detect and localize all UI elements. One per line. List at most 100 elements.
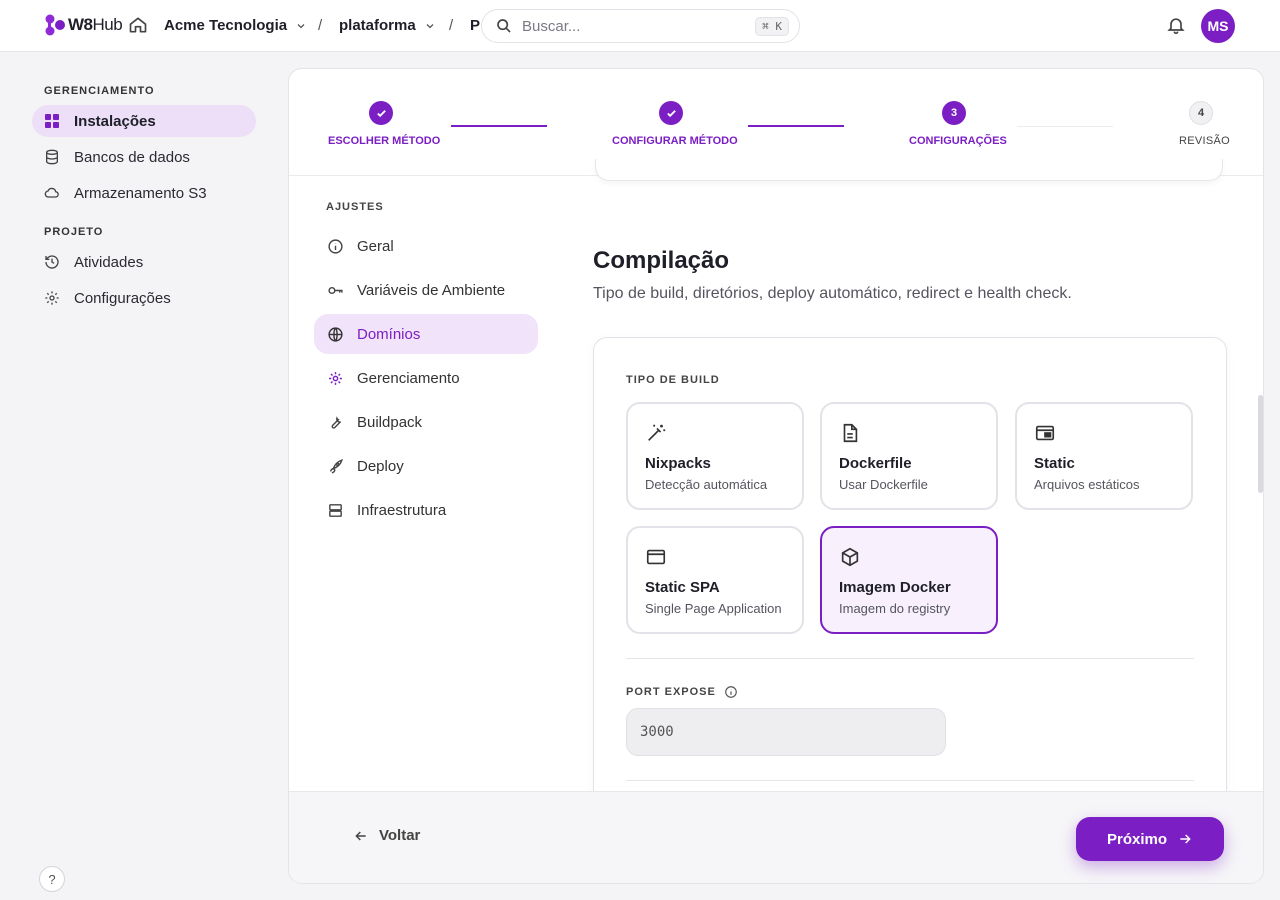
sidebar-item-label: Bancos de dados (74, 148, 190, 166)
nav-item-dominios[interactable]: Domínios (314, 314, 538, 354)
gear-icon (45, 291, 59, 305)
previous-section-card (595, 159, 1223, 181)
build-option-imagem-docker[interactable]: Imagem Docker Imagem do registry (820, 526, 998, 634)
next-button[interactable]: Próximo (1076, 817, 1224, 861)
logo-text: W8Hub (68, 15, 123, 34)
nav-item-label: Gerenciamento (357, 369, 460, 387)
breadcrumb-truncated[interactable]: P (470, 17, 480, 34)
option-subtitle: Single Page Application (645, 601, 782, 616)
option-subtitle: Usar Dockerfile (839, 477, 928, 492)
port-expose-label: PORT EXPOSE (626, 685, 738, 699)
build-option-dockerfile[interactable]: Dockerfile Usar Dockerfile (820, 402, 998, 510)
port-expose-input[interactable]: 3000 (626, 708, 946, 756)
step-2-label: CONFIGURAR MÉTODO (612, 135, 738, 147)
cloud-icon (44, 187, 59, 198)
breadcrumb-org[interactable]: Acme Tecnologia (164, 17, 307, 34)
sidebar-item-label: Instalações (74, 112, 156, 130)
chevron-down-icon (297, 23, 305, 28)
option-name: Nixpacks (645, 455, 711, 472)
sidebar: GERENCIAMENTO Instalações Bancos de dado… (0, 52, 272, 900)
box-icon (841, 547, 859, 567)
nav-item-deploy[interactable]: Deploy (314, 446, 538, 486)
nav-item-buildpack[interactable]: Buildpack (314, 402, 538, 442)
search-shortcut: ⌘ K (755, 16, 789, 36)
sidebar-item-label: Atividades (74, 253, 144, 271)
sidebar-section-title: PROJETO (44, 226, 104, 238)
help-button[interactable]: ? (39, 866, 65, 892)
build-option-static-spa[interactable]: Static SPA Single Page Application (626, 526, 804, 634)
info-icon (328, 238, 343, 254)
step-4-label: REVISÃO (1179, 135, 1231, 147)
sidebar-item-atividades[interactable]: Atividades (32, 246, 256, 278)
main-panel: ESCOLHER MÉTODO CONFIGURAR MÉTODO 3 CONF… (288, 68, 1264, 884)
logo[interactable]: W8Hub (44, 13, 123, 37)
footer: Voltar Próximo (289, 791, 1263, 883)
breadcrumb-separator: / (318, 17, 323, 34)
build-option-static[interactable]: Static Arquivos estáticos (1015, 402, 1193, 510)
magic-wand-icon (648, 424, 666, 441)
build-option-nixpacks[interactable]: Nixpacks Detecção automática (626, 402, 804, 510)
build-type-label: TIPO DE BUILD (626, 374, 720, 386)
divider (626, 658, 1194, 659)
nav-item-label: Geral (357, 237, 394, 255)
scrollbar[interactable] (1258, 395, 1263, 493)
key-icon (328, 286, 343, 294)
step-3-label: CONFIGURAÇÕES (909, 135, 1007, 147)
top-bar: W8Hub Acme Tecnologia / plataforma / P B… (0, 0, 1280, 52)
step-2-check-icon[interactable] (659, 101, 683, 125)
sidebar-item-instalacoes[interactable]: Instalações (32, 105, 256, 137)
file-icon (843, 423, 858, 443)
option-name: Static SPA (645, 579, 720, 596)
nav-item-infraestrutura[interactable]: Infraestrutura (314, 490, 538, 530)
settings-nav-title: AJUSTES (326, 201, 384, 213)
sidebar-item-s3[interactable]: Armazenamento S3 (32, 177, 256, 209)
breadcrumb-project-label: plataforma (339, 17, 416, 34)
breadcrumb-project[interactable]: plataforma (339, 17, 436, 34)
arrow-left-icon (355, 830, 366, 841)
sidebar-section-title: GERENCIAMENTO (44, 85, 155, 97)
bell-icon[interactable] (1166, 15, 1186, 35)
nav-item-label: Buildpack (357, 413, 423, 431)
option-subtitle: Arquivos estáticos (1034, 477, 1140, 492)
sidebar-item-configuracoes[interactable]: Configurações (32, 282, 256, 314)
history-icon (45, 255, 59, 269)
option-subtitle: Detecção automática (645, 477, 768, 492)
option-subtitle: Imagem do registry (839, 601, 951, 616)
arrow-right-icon (1180, 834, 1191, 844)
section-title: Compilação (593, 247, 730, 274)
logo-mark-icon (45, 14, 65, 36)
step-4-number[interactable]: 4 (1189, 101, 1213, 125)
window-icon (646, 549, 666, 565)
search-input[interactable]: Buscar... (522, 18, 755, 35)
nav-item-gerenciamento[interactable]: Gerenciamento (314, 358, 538, 398)
nav-item-label: Deploy (357, 457, 404, 475)
info-icon[interactable] (724, 685, 738, 699)
globe-icon (328, 326, 343, 342)
nav-item-geral[interactable]: Geral (314, 226, 538, 266)
search-icon (497, 19, 511, 33)
step-connector (451, 125, 547, 127)
nav-item-label: Variáveis de Ambiente (357, 281, 506, 299)
rocket-icon (329, 458, 343, 474)
step-connector (748, 125, 844, 127)
breadcrumb-org-label: Acme Tecnologia (164, 17, 288, 34)
cog-cluster-icon (329, 371, 342, 385)
nav-item-label: Domínios (357, 325, 421, 343)
step-1-check-icon[interactable] (369, 101, 393, 125)
sidebar-item-bancos[interactable]: Bancos de dados (32, 141, 256, 173)
server-icon (329, 503, 342, 517)
back-button[interactable]: Voltar (353, 827, 420, 844)
nav-item-variaveis[interactable]: Variáveis de Ambiente (314, 270, 538, 310)
next-button-label: Próximo (1106, 830, 1167, 848)
step-1-label: ESCOLHER MÉTODO (328, 135, 441, 147)
breadcrumb-separator: / (449, 17, 454, 34)
sidebar-item-label: Configurações (74, 289, 171, 307)
avatar[interactable]: MS (1201, 9, 1235, 43)
option-name: Dockerfile (839, 455, 912, 472)
option-name: Static (1034, 455, 1075, 472)
step-3-number[interactable]: 3 (942, 101, 966, 125)
search-bar[interactable]: Buscar... ⌘ K (481, 9, 800, 43)
wrench-icon (331, 415, 341, 429)
nav-item-label: Infraestrutura (357, 501, 447, 519)
home-icon[interactable] (128, 15, 148, 35)
